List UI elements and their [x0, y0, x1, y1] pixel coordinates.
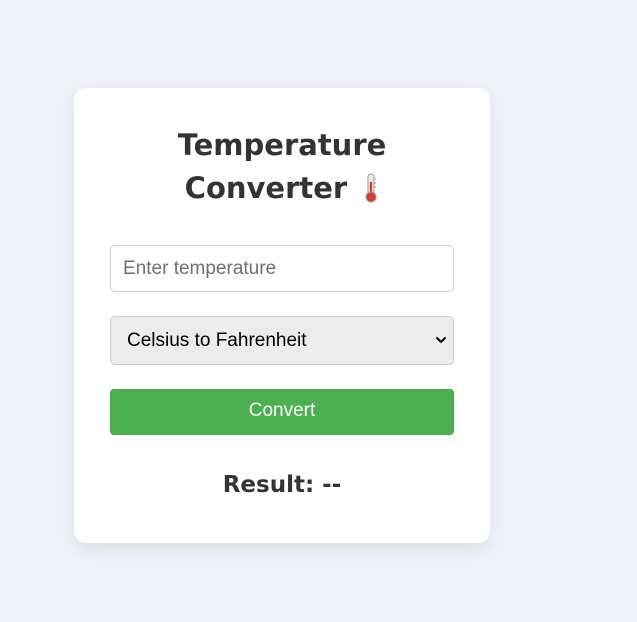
- convert-button[interactable]: Convert: [110, 389, 454, 435]
- thermometer-icon: [365, 173, 377, 203]
- converter-card: Temperature Converter Celsius to Fahrenh…: [74, 88, 490, 543]
- result-text: Result: --: [222, 472, 342, 498]
- conversion-select-value: Celsius to Fahrenheit: [127, 330, 307, 351]
- temperature-input[interactable]: [110, 245, 454, 292]
- chevron-down-icon: [436, 337, 446, 343]
- title-line-2-wrapper: Converter: [74, 167, 490, 210]
- title-line-1: Temperature: [177, 128, 387, 162]
- page-title: Temperature Converter: [74, 124, 490, 210]
- title-line-2: Converter: [184, 171, 348, 205]
- conversion-select[interactable]: Celsius to Fahrenheit: [110, 316, 454, 365]
